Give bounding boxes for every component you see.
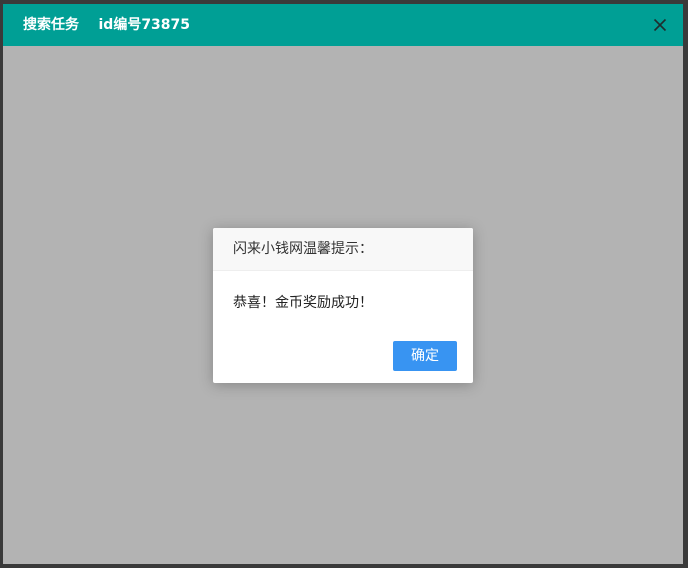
window-titlebar: 搜索任务 id编号73875 — [3, 4, 683, 46]
confirm-button[interactable]: 确定 — [393, 341, 457, 371]
dialog-message: 恭喜！金币奖励成功！ — [233, 295, 373, 311]
dialog-title: 闪来小钱网温馨提示： — [233, 241, 373, 257]
dialog-header: 闪来小钱网温馨提示： — [213, 228, 473, 271]
alert-dialog: 闪来小钱网温馨提示： 恭喜！金币奖励成功！ 确定 — [213, 228, 473, 383]
close-icon — [653, 18, 667, 32]
task-window: 搜索任务 id编号73875 闪来小钱网温馨提示： 恭喜！金币奖励成功！ 确定 — [3, 4, 683, 564]
window-title: 搜索任务 id编号73875 — [23, 17, 191, 33]
close-button[interactable] — [651, 16, 669, 34]
